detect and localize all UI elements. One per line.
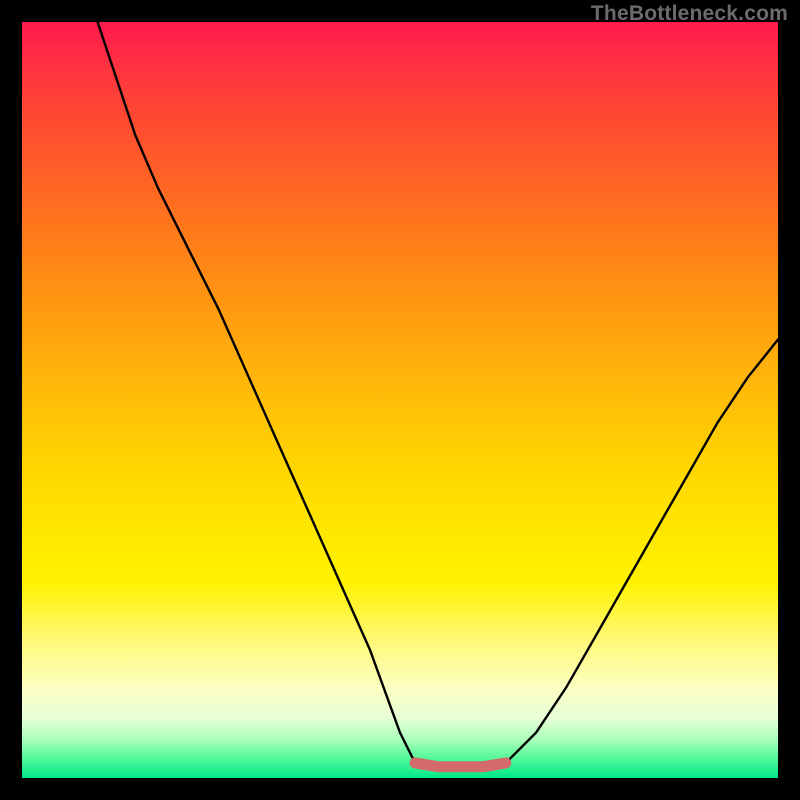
- plot-area: [22, 22, 778, 778]
- optimal-highlight: [415, 763, 506, 767]
- curve-layer: [22, 22, 778, 778]
- bottleneck-curve: [98, 22, 778, 767]
- chart-frame: TheBottleneck.com: [0, 0, 800, 800]
